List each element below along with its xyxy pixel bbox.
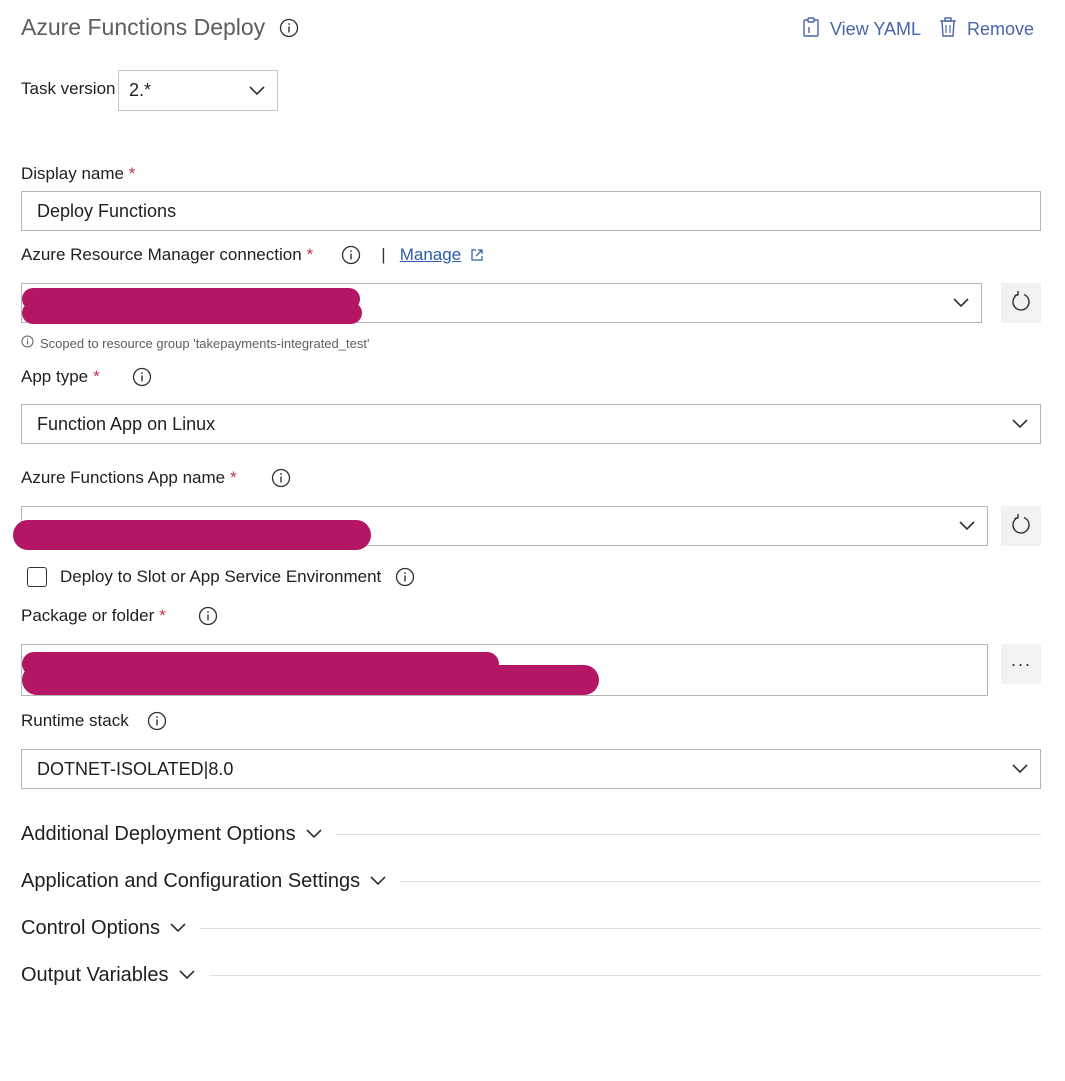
chevron-down-icon: [178, 970, 197, 980]
section-control-options[interactable]: Control Options: [21, 913, 1041, 943]
display-name-value: Deploy Functions: [37, 200, 177, 221]
info-icon[interactable]: [395, 567, 415, 587]
manage-link[interactable]: Manage: [400, 245, 461, 265]
section-label: Output Variables: [21, 963, 169, 986]
info-icon[interactable]: [341, 245, 361, 265]
section-additional-deployment-options[interactable]: Additional Deployment Options: [21, 819, 1041, 849]
page-title-text: Azure Functions Deploy: [21, 14, 266, 40]
chevron-down-icon: [947, 521, 987, 531]
chevron-down-icon: [1000, 764, 1040, 774]
deploy-slot-row: Deploy to Slot or App Service Environmen…: [27, 567, 415, 587]
info-icon[interactable]: [147, 711, 167, 731]
required-mark: *: [93, 367, 100, 386]
package-label-row: Package or folder *: [21, 606, 218, 626]
display-name-input[interactable]: Deploy Functions: [21, 191, 1041, 231]
section-output-variables[interactable]: Output Variables: [21, 960, 1041, 990]
arm-connection-label-row: Azure Resource Manager connection * | Ma…: [21, 245, 483, 265]
info-icon[interactable]: [271, 468, 291, 488]
package-label: Package or folder: [21, 606, 155, 625]
view-yaml-label: View YAML: [830, 19, 922, 39]
chevron-down-icon: [170, 923, 188, 933]
trash-icon: [937, 16, 959, 43]
info-icon: [21, 335, 34, 351]
info-icon[interactable]: [279, 18, 299, 38]
task-version-value: 2.*: [129, 80, 152, 100]
display-name-label-text: Display name: [21, 164, 124, 183]
info-icon[interactable]: [132, 367, 152, 387]
chevron-down-icon: [237, 85, 277, 96]
runtime-stack-label: Runtime stack: [21, 711, 129, 730]
arm-connection-hint-text: Scoped to resource group 'takepayments-i…: [40, 335, 370, 351]
refresh-button[interactable]: [1001, 283, 1041, 323]
runtime-stack-select[interactable]: DOTNET-ISOLATED|8.0: [21, 749, 1041, 789]
ellipsis-icon: ···: [1010, 653, 1032, 674]
app-type-label: App type: [21, 367, 89, 386]
refresh-icon: [1010, 513, 1032, 540]
task-version-label: Task version: [21, 79, 116, 98]
chevron-down-icon: [941, 298, 981, 308]
refresh-icon: [1010, 290, 1032, 317]
deploy-slot-label: Deploy to Slot or App Service Environmen…: [60, 567, 382, 586]
runtime-stack-label-row: Runtime stack: [21, 711, 167, 731]
function-app-name-label: Azure Functions App name: [21, 468, 226, 487]
divider: [208, 974, 1041, 976]
chevron-down-icon: [370, 876, 388, 886]
required-mark: *: [159, 606, 166, 625]
clipboard-icon: [800, 16, 822, 43]
page-title: Azure Functions Deploy: [21, 14, 299, 41]
divider: [400, 880, 1041, 882]
chevron-down-icon: [306, 829, 324, 839]
required-mark: *: [230, 468, 237, 487]
app-type-label-row: App type *: [21, 367, 152, 387]
view-yaml-button[interactable]: View YAML: [800, 16, 921, 43]
required-mark: *: [128, 164, 136, 183]
redaction-mark: [22, 302, 362, 324]
external-link-icon: [471, 249, 483, 261]
remove-label: Remove: [967, 19, 1035, 39]
browse-button[interactable]: ···: [1001, 644, 1041, 684]
required-mark: *: [306, 245, 314, 264]
divider: [199, 927, 1041, 929]
refresh-button[interactable]: [1001, 506, 1041, 546]
app-type-select[interactable]: Function App on Linux: [21, 404, 1041, 444]
section-label: Control Options: [21, 916, 160, 939]
app-type-value: Function App on Linux: [37, 413, 216, 434]
arm-connection-label: Azure Resource Manager connection: [21, 245, 302, 264]
section-label: Application and Configuration Settings: [21, 869, 361, 892]
deploy-slot-checkbox[interactable]: [27, 567, 47, 587]
function-app-name-label-row: Azure Functions App name *: [21, 468, 291, 488]
section-label: Additional Deployment Options: [21, 822, 296, 845]
info-icon[interactable]: [198, 606, 218, 626]
chevron-down-icon: [1000, 419, 1040, 429]
arm-connection-hint: Scoped to resource group 'takepayments-i…: [21, 335, 369, 351]
remove-button[interactable]: Remove: [937, 16, 1034, 43]
section-application-configuration-settings[interactable]: Application and Configuration Settings: [21, 866, 1041, 896]
redaction-mark: [22, 665, 599, 695]
task-version-select[interactable]: 2.*: [118, 70, 278, 111]
runtime-stack-value: DOTNET-ISOLATED|8.0: [37, 758, 234, 779]
display-name-label: Display name *: [21, 164, 135, 184]
separator: |: [381, 245, 386, 264]
redaction-mark: [13, 520, 371, 550]
divider: [335, 833, 1041, 835]
